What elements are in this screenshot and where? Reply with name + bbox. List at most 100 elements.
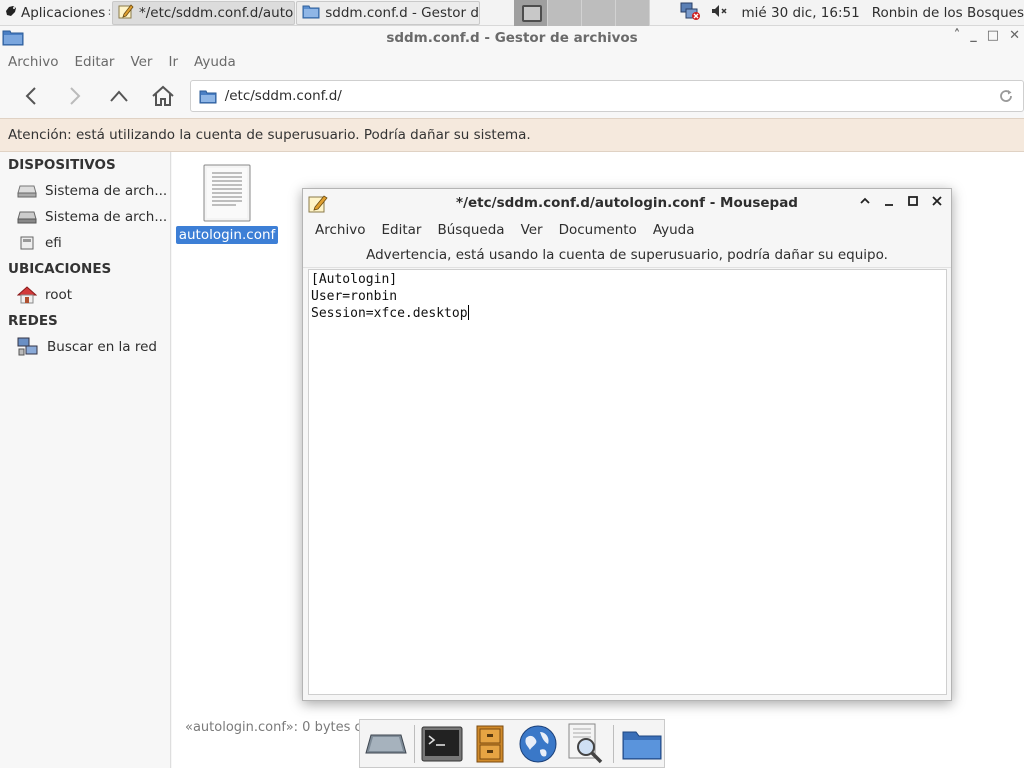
taskbar-item-label: sddm.conf.d - Gestor de... (325, 5, 479, 21)
web-browser-launcher[interactable] (516, 722, 560, 766)
file-cabinet-icon (476, 725, 504, 762)
back-button[interactable] (12, 79, 50, 113)
dock-separator (413, 724, 415, 763)
taskbar-item-file-manager[interactable]: sddm.conf.d - Gestor de... (296, 1, 480, 25)
workspace-2[interactable] (547, 0, 582, 26)
text-file-icon (203, 164, 251, 222)
folder-icon (302, 3, 320, 23)
workspace-4[interactable] (615, 0, 650, 26)
menu-editar[interactable]: Editar (74, 54, 114, 70)
workspace-3[interactable] (581, 0, 616, 26)
text-line-cursor: Session=xfce.desktop (311, 305, 944, 322)
folder-icon (622, 731, 662, 759)
menu-ir[interactable]: Ir (168, 54, 178, 70)
reload-icon[interactable] (998, 88, 1014, 108)
superuser-warning-text: Atención: está utilizando la cuenta de s… (8, 127, 531, 143)
sidebar-item-label: root (45, 287, 73, 303)
text-editor-area[interactable]: [Autologin] User=ronbin Session=xfce.des… (308, 269, 947, 695)
text-line: Session=xfce.desktop (311, 306, 468, 321)
arrow-right-icon (70, 87, 81, 105)
location-bar[interactable]: /etc/sddm.conf.d/ (189, 80, 1024, 112)
menu-busqueda[interactable]: Búsqueda (437, 222, 504, 238)
sidebar-item-label: Sistema de arch... (45, 209, 168, 225)
taskbar-item-mousepad[interactable]: */etc/sddm.conf.d/autol... (112, 1, 296, 25)
sidebar-header-devices: DISPOSITIVOS (8, 157, 116, 173)
network-icon (17, 337, 38, 356)
menu-documento[interactable]: Documento (559, 222, 637, 238)
file-item-autologin[interactable]: autologin.conf (175, 164, 279, 244)
text-line: [Autologin] (311, 272, 398, 287)
parent-folder-button[interactable] (100, 79, 138, 113)
window-title: */etc/sddm.conf.d/autologin.conf - Mouse… (456, 195, 798, 211)
sidebar-header-network: REDES (8, 313, 58, 329)
show-desktop-icon (365, 734, 407, 753)
file-cabinet-launcher[interactable] (468, 722, 512, 766)
sidebar-item-browse-network[interactable]: Buscar en la red (0, 334, 170, 360)
show-desktop-button[interactable] (364, 722, 408, 766)
text-cursor (467, 305, 469, 320)
sidebar-item-label: Buscar en la red (47, 339, 157, 355)
close-icon[interactable] (931, 195, 943, 211)
user-name[interactable]: Ronbin de los Bosques (872, 5, 1024, 21)
folder-launcher[interactable] (620, 722, 664, 766)
home-red-icon (17, 286, 37, 304)
places-sidebar: DISPOSITIVOS Sistema de arch... Sistema … (0, 152, 171, 768)
file-manager-menubar: Archivo Editar Ver Ir Ayuda (0, 50, 1024, 74)
menu-ayuda[interactable]: Ayuda (194, 54, 236, 70)
network-disconnected-icon[interactable] (680, 1, 702, 25)
xfce-mouse-icon (4, 4, 18, 22)
mousepad-menubar: Archivo Editar Búsqueda Ver Documento Ay… (303, 217, 951, 243)
arrow-left-icon (25, 87, 36, 105)
text-editor-icon (118, 3, 134, 23)
text-editor-icon (308, 193, 328, 217)
top-panel: Aplicaciones ∷ */etc/sddm.conf.d/autol..… (0, 0, 1024, 26)
sidebar-item-root[interactable]: root (0, 282, 170, 308)
terminal-launcher[interactable] (421, 722, 465, 766)
terminal-icon (421, 726, 463, 761)
sidebar-item-label: Sistema de arch... (45, 183, 168, 199)
sidebar-header-places: UBICACIONES (8, 261, 112, 277)
menu-ver[interactable]: Ver (130, 54, 152, 70)
close-button[interactable]: ✕ (1009, 28, 1020, 43)
clock[interactable]: mié 30 dic, 16:51 (742, 5, 860, 21)
volume-muted-icon[interactable] (710, 3, 728, 23)
superuser-warning: Advertencia, está usando la cuenta de su… (303, 243, 951, 268)
home-icon (152, 85, 174, 106)
workspace-1[interactable] (513, 0, 548, 26)
arrow-up-icon (110, 90, 128, 102)
applications-menu-button[interactable]: Aplicaciones ∷ (0, 0, 115, 26)
menu-archivo[interactable]: Archivo (8, 54, 58, 70)
drive-icon (17, 185, 37, 198)
app-finder-icon (568, 723, 603, 763)
mousepad-window: */etc/sddm.conf.d/autologin.conf - Mouse… (302, 188, 952, 701)
text-line: User=ronbin (311, 289, 398, 304)
shade-icon[interactable] (859, 195, 871, 211)
maximize-button[interactable]: □ (987, 28, 999, 43)
file-manager-toolbar: /etc/sddm.conf.d/ (0, 74, 1024, 118)
web-browser-icon (519, 725, 557, 762)
app-finder-launcher[interactable] (564, 722, 608, 766)
forward-button[interactable] (56, 79, 94, 113)
menu-ayuda[interactable]: Ayuda (653, 222, 695, 238)
shade-button[interactable]: ˄ (954, 28, 961, 43)
folder-icon (199, 90, 217, 103)
menu-editar[interactable]: Editar (381, 222, 421, 238)
folder-icon (2, 28, 24, 50)
maximize-icon[interactable] (907, 195, 919, 211)
sidebar-item-efi[interactable]: efi (0, 230, 170, 256)
window-title: sddm.conf.d - Gestor de archivos (386, 30, 638, 46)
minimize-icon[interactable] (883, 195, 895, 211)
menu-ver[interactable]: Ver (521, 222, 543, 238)
file-manager-titlebar[interactable]: sddm.conf.d - Gestor de archivos ˄ _ □ ✕ (0, 26, 1024, 50)
drive-icon (20, 236, 34, 250)
sidebar-item-device-1[interactable]: Sistema de arch... (0, 178, 170, 204)
dock-separator (613, 724, 615, 763)
superuser-warning-bar: Atención: está utilizando la cuenta de s… (0, 118, 1024, 152)
menu-archivo[interactable]: Archivo (315, 222, 365, 238)
mousepad-titlebar[interactable]: */etc/sddm.conf.d/autologin.conf - Mouse… (303, 189, 951, 217)
home-button[interactable] (144, 79, 182, 113)
location-path: /etc/sddm.conf.d/ (224, 88, 342, 104)
system-tray (680, 1, 728, 25)
sidebar-item-device-2[interactable]: Sistema de arch... (0, 204, 170, 230)
minimize-button[interactable]: _ (970, 28, 977, 43)
